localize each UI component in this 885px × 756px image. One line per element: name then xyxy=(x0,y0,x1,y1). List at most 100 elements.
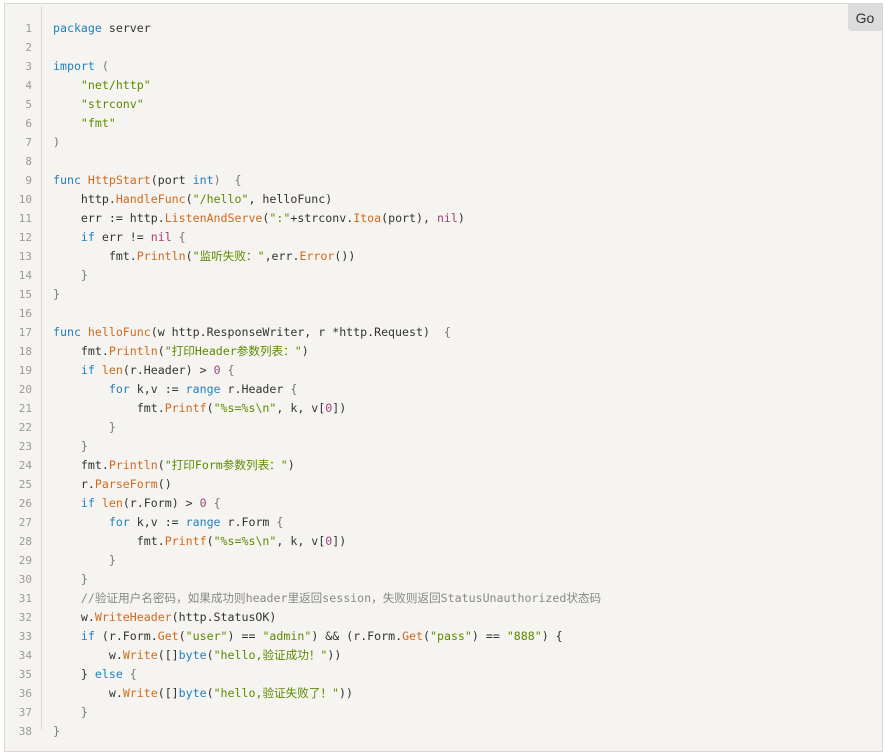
code-token: fmt. xyxy=(53,401,165,415)
code-token: (r.Form. xyxy=(94,629,158,643)
code-token: w. xyxy=(53,648,123,662)
line-number: 8 xyxy=(25,155,32,168)
line-number: 26 xyxy=(18,497,32,510)
code-token: Itoa xyxy=(353,211,382,225)
code-line: 38} xyxy=(5,722,882,741)
line-number: 5 xyxy=(25,98,32,111)
code-token: } xyxy=(53,705,88,719)
code-token: "打印Header参数列表：" xyxy=(164,344,302,358)
code-token: } xyxy=(53,667,95,681)
code-token: ( xyxy=(178,629,186,643)
code-line: 30 } xyxy=(5,570,882,589)
code-token: } xyxy=(53,287,60,301)
code-token: r.Header xyxy=(220,382,291,396)
line-number: 20 xyxy=(18,383,32,396)
code-text: fmt.Println("打印Form参数列表：") xyxy=(53,456,295,475)
code-token: func xyxy=(53,325,81,339)
code-line: 21 fmt.Printf("%s=%s\n", k, v[0]) xyxy=(5,399,882,418)
line-number: 15 xyxy=(18,288,32,301)
code-token: Println xyxy=(136,249,186,263)
code-token: nil xyxy=(150,230,172,244)
code-token: WriteHeader xyxy=(94,610,172,624)
code-token: if xyxy=(80,496,95,510)
code-token: (http.StatusOK) xyxy=(171,610,277,624)
code-line: 12 if err != nil { xyxy=(5,228,882,247)
code-text: r.ParseForm() xyxy=(53,475,172,494)
code-area: 1 package server 2 3 import (4 "net/http" 5 "… xyxy=(5,19,882,741)
code-token: Write xyxy=(122,686,158,700)
code-text: func HttpStart(port int) { xyxy=(53,171,242,190)
line-number: 32 xyxy=(18,611,32,624)
code-line: 36 w.Write([]byte("hello,验证失败了！")) xyxy=(5,684,882,703)
code-token: } xyxy=(53,724,60,738)
code-token: helloFunc xyxy=(87,325,151,339)
code-token: else xyxy=(94,667,123,681)
code-block: Go 1 package server 2 3 import (4 "net/http"… xyxy=(4,3,883,752)
code-token: err != xyxy=(94,230,151,244)
code-line: 1 package server xyxy=(5,19,882,38)
code-token: ( xyxy=(94,59,109,73)
code-token: } xyxy=(53,572,88,586)
code-token: (r.Header) > xyxy=(122,363,214,377)
code-text: "fmt" xyxy=(53,114,116,133)
code-token: +strconv. xyxy=(290,211,354,225)
code-token: { xyxy=(220,363,235,377)
code-token: "hello,验证成功！" xyxy=(213,648,328,662)
code-token: ]) xyxy=(332,401,347,415)
code-token: package xyxy=(53,21,102,35)
line-number: 18 xyxy=(18,345,32,358)
code-token: range xyxy=(185,515,221,529)
code-line: 14 } xyxy=(5,266,882,285)
code-line: 10 http.HandleFunc("/hello", helloFunc) xyxy=(5,190,882,209)
code-token: { xyxy=(290,382,298,396)
code-token: "admin" xyxy=(262,629,312,643)
code-token: ) == xyxy=(227,629,263,643)
code-token: ":" xyxy=(269,211,291,225)
line-number: 24 xyxy=(18,459,32,472)
code-token: k,v := xyxy=(129,382,186,396)
code-token: len xyxy=(101,363,123,377)
code-text: } xyxy=(53,570,88,589)
code-token: func xyxy=(53,173,81,187)
code-token: ) xyxy=(53,135,60,149)
code-token: http. xyxy=(53,192,116,206)
code-token: //验证用户名密码，如果成功则header里返回session，失败则返回Sta… xyxy=(80,591,602,605)
code-token: "net/http" xyxy=(80,78,151,92)
code-token: ) { xyxy=(213,173,242,187)
code-token: ) xyxy=(301,344,309,358)
code-token: "%s=%s\n" xyxy=(213,534,277,548)
code-line: 35 } else { xyxy=(5,665,882,684)
code-line: 31 //验证用户名密码，如果成功则header里返回session，失败则返回… xyxy=(5,589,882,608)
code-token: ) == xyxy=(471,629,507,643)
line-number: 9 xyxy=(25,174,32,187)
code-line: 18 fmt.Println("打印Header参数列表：") xyxy=(5,342,882,361)
code-token: import xyxy=(53,59,95,73)
line-number: 33 xyxy=(18,630,32,643)
code-line: 2 xyxy=(5,38,882,57)
code-line: 11 err := http.ListenAndServe(":"+strcon… xyxy=(5,209,882,228)
code-text: "strconv" xyxy=(53,95,144,114)
code-line: 7) xyxy=(5,133,882,152)
code-line: 32 w.WriteHeader(http.StatusOK) xyxy=(5,608,882,627)
code-text: } xyxy=(53,551,116,570)
code-line: 26 if len(r.Form) > 0 { xyxy=(5,494,882,513)
line-number: 4 xyxy=(25,79,32,92)
code-line: 33 if (r.Form.Get("user") == "admin") &&… xyxy=(5,627,882,646)
code-line: 23 } xyxy=(5,437,882,456)
code-token: Error xyxy=(299,249,335,263)
code-text: for k,v := range r.Header { xyxy=(53,380,298,399)
code-token: { xyxy=(276,515,284,529)
code-token: err := http. xyxy=(53,211,165,225)
code-token: ( xyxy=(206,534,214,548)
code-token: 0 xyxy=(199,496,207,510)
code-line: 25 r.ParseForm() xyxy=(5,475,882,494)
code-token: ( xyxy=(206,648,214,662)
code-line: 37 } xyxy=(5,703,882,722)
code-token: { xyxy=(122,667,137,681)
